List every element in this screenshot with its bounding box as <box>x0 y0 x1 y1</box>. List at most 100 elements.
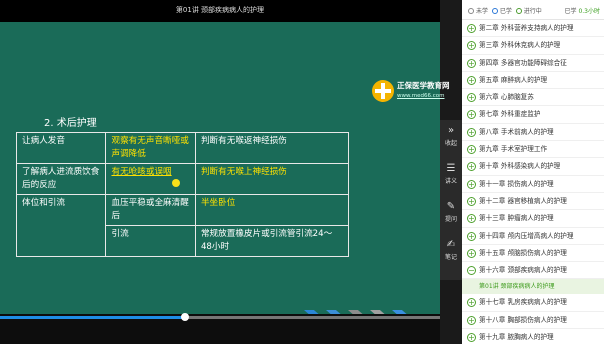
logo-name: 正保医学教育网 <box>397 81 450 90</box>
legend-learned: 已学 <box>499 8 512 15</box>
brand-logo: 正保医学教育网 www.med66.com <box>372 80 452 108</box>
chapter-label: 第十八章 胸部损伤病人的护理 <box>479 315 567 324</box>
chapter-label: 第四章 多器官功能障碍综合征 <box>479 58 567 67</box>
question-icon: ✎ <box>446 201 456 212</box>
expand-icon[interactable]: + <box>467 248 476 258</box>
chapter-item[interactable]: + 第十八章 胸部损伤病人的护理 <box>462 312 604 330</box>
active-lesson[interactable]: 第01讲 颈部疾病病人的护理 <box>462 279 604 295</box>
chevron-right-icon: » <box>447 125 455 136</box>
expand-icon[interactable]: + <box>467 75 476 85</box>
collapse-icon[interactable]: − <box>467 266 476 276</box>
table-row: 了解病人进流质饮食后的反应 有无呛咳或误咽 判断有无喉上神经损伤 <box>15 163 350 195</box>
expand-icon[interactable]: + <box>467 298 476 308</box>
expand-icon[interactable]: + <box>467 179 476 189</box>
chapter-panel: 未学 已学 进行中 已学 0.3小时 + 第二章 外科营养支持病人的护理 + 第三章 … <box>462 0 604 344</box>
expand-icon[interactable]: + <box>467 145 476 155</box>
chapter-label: 第十一章 损伤病人的护理 <box>479 179 554 188</box>
control-bar[interactable] <box>0 313 440 344</box>
chapter-item[interactable]: + 第七章 外科重症监护 <box>462 106 604 124</box>
table-row: 体位和引流 血压平稳或全麻清醒后 半坐卧位 <box>15 194 350 257</box>
chapter-item[interactable]: + 第八章 手术前病人的护理 <box>462 124 604 142</box>
expand-icon[interactable]: + <box>467 24 476 33</box>
app-root: 第01讲 颈部疾病病人的护理 正保医学教育网 www.med66.com 2. … <box>0 0 604 344</box>
logo-url: www.med66.com <box>397 93 445 99</box>
section-title: 2. 术后护理 <box>44 118 97 129</box>
chapter-item[interactable]: + 第五章 麻醉病人的护理 <box>462 72 604 90</box>
chapter-label: 第十二章 器官移植病人的护理 <box>479 196 567 205</box>
chapter-item[interactable]: + 第十七章 乳房疾病病人的护理 <box>462 294 604 312</box>
handout-label: 讲义 <box>444 178 457 185</box>
table-cell: 判断有无喉返神经损伤 <box>194 132 350 164</box>
chapter-item[interactable]: + 第十三章 肿瘤病人的护理 <box>462 210 604 228</box>
table-cell: 了解病人进流质饮食后的反应 <box>15 163 107 195</box>
collapse-button[interactable]: » 收起 <box>440 120 462 156</box>
learned-dot-icon <box>491 8 498 14</box>
collapse-label: 收起 <box>444 140 457 147</box>
progress-fill <box>0 316 185 319</box>
table-cell: 让病人发音 <box>15 132 107 164</box>
video-player[interactable]: 第01讲 颈部疾病病人的护理 正保医学教育网 www.med66.com 2. … <box>0 0 450 344</box>
chapter-item[interactable]: + 第二章 外科营养支持病人的护理 <box>462 20 604 38</box>
expand-icon[interactable]: + <box>467 231 476 241</box>
chapter-item[interactable]: + 第十五章 颅脑损伤病人的护理 <box>462 245 604 263</box>
table-cell: 血压平稳或全麻清醒后 <box>105 194 196 226</box>
legend-unlearned: 未学 <box>476 8 489 15</box>
chapter-label: 第十三章 肿瘤病人的护理 <box>479 214 554 223</box>
progress-knob[interactable] <box>181 313 189 321</box>
chapter-label: 第八章 手术前病人的护理 <box>479 127 554 136</box>
table-row: 让病人发音 观察有无声音嘶哑或声调降低 判断有无喉返神经损伤 <box>15 132 350 164</box>
table-cell-highlight: 半坐卧位 <box>194 194 350 226</box>
expand-icon[interactable]: + <box>467 315 476 325</box>
chapter-item[interactable]: + 第十九章 脓胸病人的护理 <box>462 329 604 344</box>
ask-button[interactable]: ✎ 提问 <box>440 196 462 232</box>
chapter-item[interactable]: + 第十章 外科感染病人的护理 <box>462 158 604 176</box>
chapter-item[interactable]: + 第十一章 损伤病人的护理 <box>462 176 604 193</box>
notes-label: 笔记 <box>444 254 457 261</box>
chapter-label: 第十九章 脓胸病人的护理 <box>479 333 554 342</box>
cross-logo-icon <box>372 80 394 102</box>
expand-icon[interactable]: + <box>467 214 476 224</box>
chapter-label: 第十五章 颅脑损伤病人的护理 <box>479 248 567 257</box>
side-toolbar: » 收起 ☰ 讲义 ✎ 提问 ✍ 笔记 <box>440 120 462 280</box>
chapter-label: 第二章 外科营养支持病人的护理 <box>479 24 574 32</box>
chapter-item[interactable]: + 第四章 多器官功能障碍综合征 <box>462 55 604 72</box>
chapter-item[interactable]: + 第三章 外科休克病人的护理 <box>462 37 604 55</box>
expand-icon[interactable]: + <box>467 162 476 172</box>
unlearned-dot-icon <box>468 8 474 14</box>
expand-icon[interactable]: + <box>467 58 476 68</box>
handout-button[interactable]: ☰ 讲义 <box>440 158 462 194</box>
chapter-label: 第十章 外科感染病人的护理 <box>479 162 561 171</box>
chapter-label: 第三章 外科休克病人的护理 <box>479 41 561 50</box>
expand-icon[interactable]: + <box>467 41 476 51</box>
expand-icon[interactable]: + <box>467 333 476 343</box>
document-icon: ☰ <box>446 163 456 174</box>
chapter-label: 第六章 心肺脑复苏 <box>479 93 534 102</box>
in-progress-dot-icon <box>515 8 522 14</box>
table-cell: 体位和引流 <box>15 194 107 257</box>
expand-icon[interactable]: + <box>467 127 476 137</box>
chapter-item[interactable]: + 第六章 心肺脑复苏 <box>462 89 604 107</box>
pointer-cursor-icon <box>172 179 180 187</box>
legend-in-progress: 进行中 <box>523 8 542 15</box>
expand-icon[interactable]: + <box>467 93 476 103</box>
table-cell: 常规放置橡皮片或引流管引流24～48小时 <box>194 225 350 257</box>
expand-icon[interactable]: + <box>467 196 476 206</box>
chapter-item[interactable]: − 第十六章 颈部疾病病人的护理 <box>462 262 604 280</box>
ask-label: 提问 <box>444 216 457 223</box>
notes-button[interactable]: ✍ 笔记 <box>440 234 462 270</box>
chapter-item[interactable]: + 第十二章 器官移植病人的护理 <box>462 193 604 211</box>
chapter-label: 第十七章 乳房疾病病人的护理 <box>479 298 567 307</box>
chapter-item[interactable]: + 第九章 手术室护理工作 <box>462 141 604 159</box>
chapter-item[interactable]: + 第十四章 颅内压增高病人的护理 <box>462 228 604 245</box>
note-icon: ✍ <box>446 239 456 250</box>
expand-icon[interactable]: + <box>467 110 476 120</box>
chapter-label: 第十四章 颅内压增高病人的护理 <box>479 231 574 240</box>
chapter-label: 第九章 手术室护理工作 <box>479 145 548 154</box>
progress-bar[interactable] <box>0 313 440 321</box>
table-cell-highlight: 观察有无声音嘶哑或声调降低 <box>105 132 196 164</box>
lecture-slide: 正保医学教育网 www.med66.com 2. 术后护理 让病人发音 观察有无… <box>0 22 450 324</box>
table-cell: 引流 <box>105 225 196 257</box>
chapter-label: 第五章 麻醉病人的护理 <box>479 75 548 84</box>
studied-value: 0.3小时 <box>578 8 600 15</box>
chapter-list: + 第二章 外科营养支持病人的护理 + 第三章 外科休克病人的护理 + 第四章 多器官功能… <box>462 20 604 344</box>
